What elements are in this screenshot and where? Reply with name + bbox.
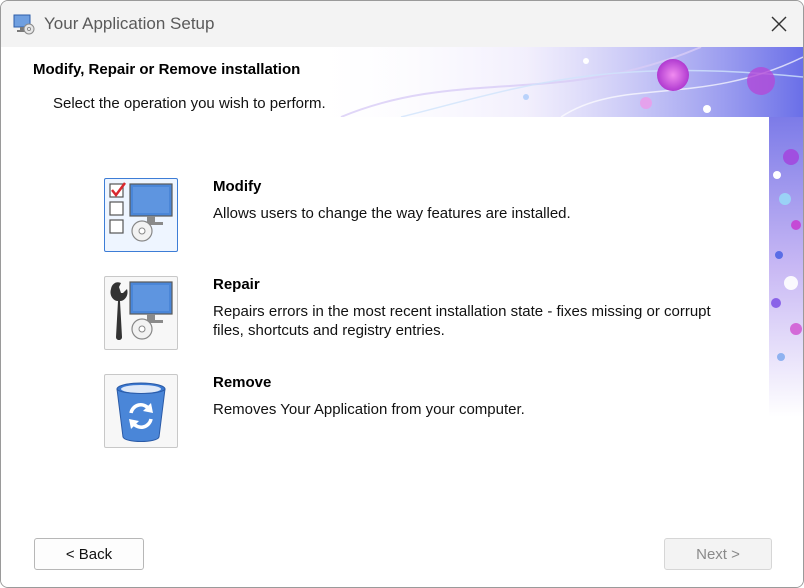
window-title: Your Application Setup: [44, 14, 215, 33]
page-title: Modify, Repair or Remove installation: [33, 61, 301, 78]
option-repair-description: Repairs errors in the most recent instal…: [213, 303, 711, 339]
page-subtitle: Select the operation you wish to perform…: [53, 95, 326, 112]
close-button[interactable]: [755, 1, 803, 47]
remove-option-button[interactable]: [104, 374, 178, 448]
setup-window: Your Application Setup Modify, Repair or…: [0, 0, 804, 588]
option-repair[interactable]: Repair Repairs errors in the most recent…: [104, 276, 744, 352]
monitor-cd-icon: [13, 13, 35, 35]
option-remove-description: Removes Your Application from your compu…: [213, 401, 525, 418]
option-modify-title[interactable]: Modify: [213, 178, 261, 195]
option-remove[interactable]: Remove Removes Your Application from you…: [104, 374, 744, 450]
modify-option-button[interactable]: [104, 178, 178, 252]
title-bar: Your Application Setup: [1, 1, 803, 47]
modify-features-icon: [109, 182, 173, 242]
options-panel: [1, 117, 769, 417]
recycle-bin-icon: [116, 382, 166, 442]
close-icon: [771, 16, 787, 32]
option-remove-title[interactable]: Remove: [213, 374, 271, 391]
back-button[interactable]: < Back: [34, 538, 144, 570]
next-button[interactable]: Next >: [664, 538, 772, 570]
option-modify[interactable]: Modify Allows users to change the way fe…: [104, 178, 744, 254]
repair-option-button[interactable]: [104, 276, 178, 350]
option-repair-title[interactable]: Repair: [213, 276, 260, 293]
repair-wrench-icon: [110, 281, 173, 340]
option-modify-description: Allows users to change the way features …: [213, 205, 571, 222]
